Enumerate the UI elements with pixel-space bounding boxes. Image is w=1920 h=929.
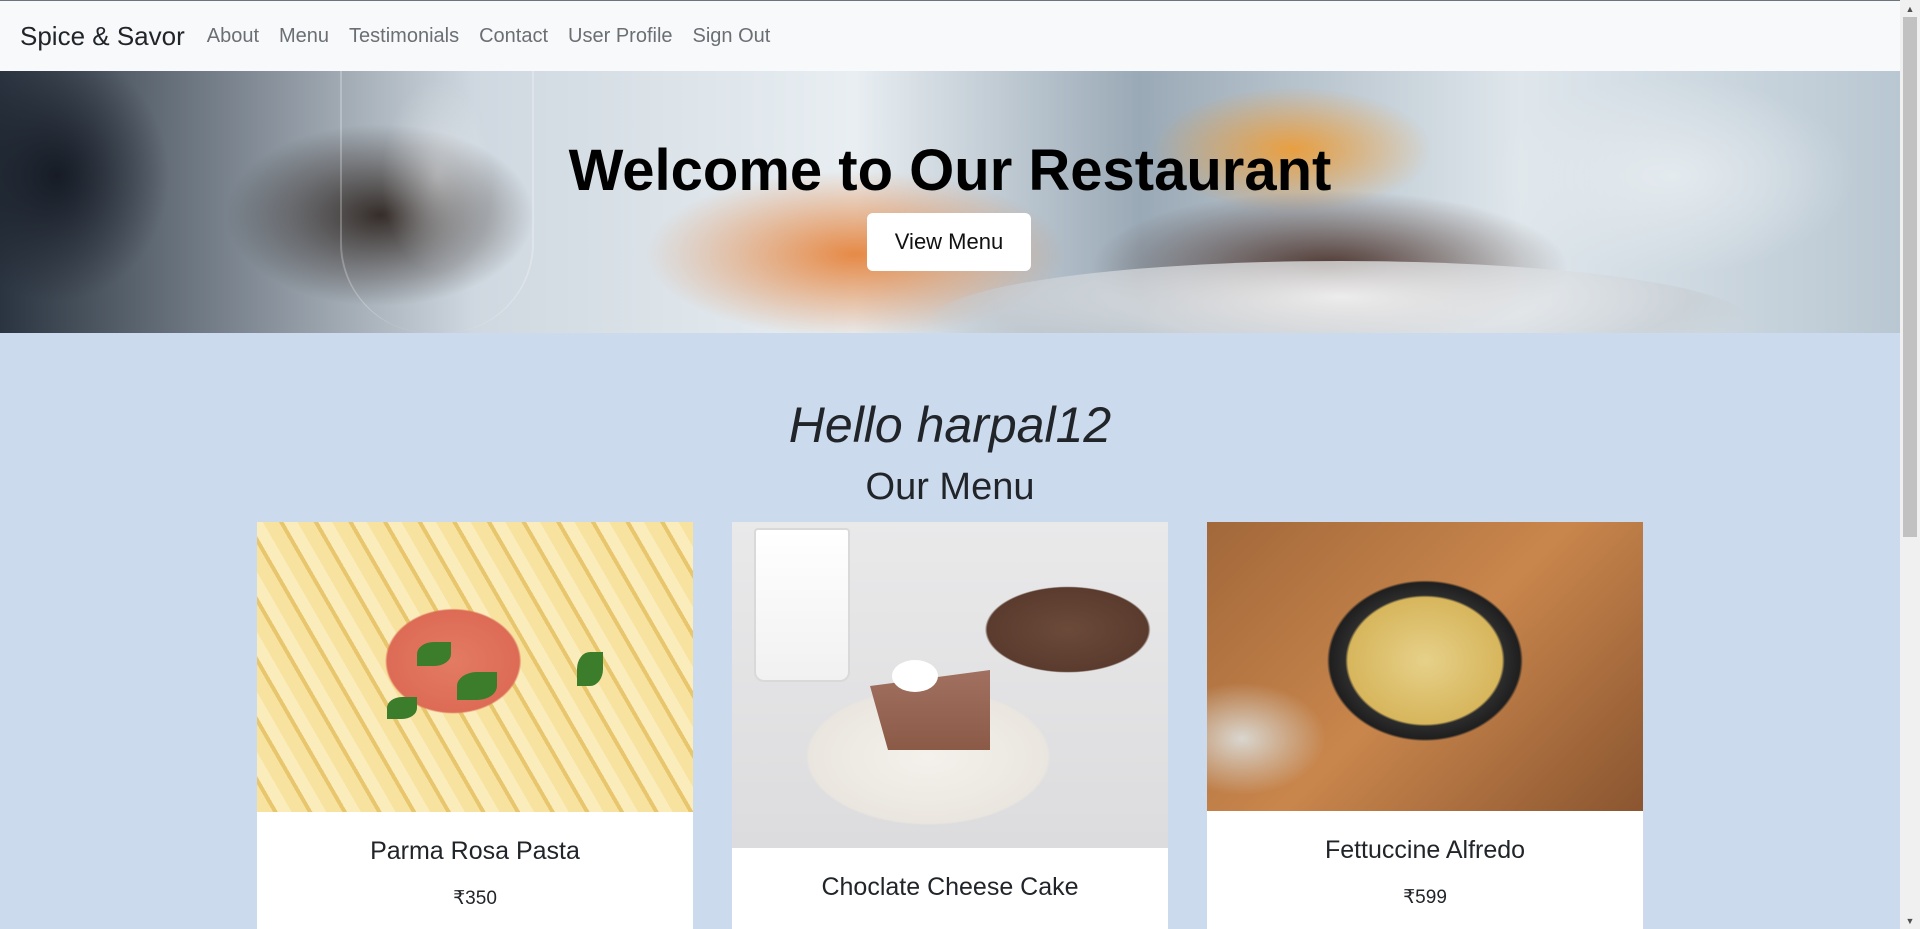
milk-glass-image	[754, 528, 850, 682]
basil-leaf-icon	[387, 697, 417, 719]
menu-item-name: Choclate Cheese Cake	[821, 873, 1079, 901]
nav-link-testimonials[interactable]: Testimonials	[349, 25, 459, 48]
hero-title: Welcome to Our Restaurant	[568, 138, 1332, 203]
brand-logo[interactable]: Spice & Savor	[20, 21, 185, 52]
page: Spice & Savor About Menu Testimonials Co…	[0, 0, 1900, 929]
nav-link-user-profile[interactable]: User Profile	[568, 25, 672, 48]
view-menu-button[interactable]: View Menu	[867, 213, 1031, 271]
basil-leaf-icon	[577, 652, 603, 686]
hero-banner: Welcome to Our Restaurant View Menu	[0, 71, 1900, 333]
plate-image	[930, 261, 1750, 333]
fettuccine-alfredo-image	[1207, 522, 1643, 811]
menu-item-name: Fettuccine Alfredo	[1324, 836, 1526, 864]
nav-link-menu[interactable]: Menu	[279, 25, 329, 48]
menu-card-choclate-cheese-cake[interactable]: Choclate Cheese Cake	[732, 522, 1168, 929]
scrollbar-thumb[interactable]	[1903, 17, 1917, 537]
choclate-cheese-cake-image	[732, 522, 1168, 848]
whipped-cream-image	[892, 660, 938, 692]
nav-link-sign-out[interactable]: Sign Out	[693, 25, 771, 48]
menu-item-price: ₹599	[1403, 887, 1447, 908]
menu-card-parma-rosa-pasta[interactable]: Parma Rosa Pasta ₹350	[257, 522, 693, 929]
menu-card-fettuccine-alfredo[interactable]: Fettuccine Alfredo ₹599	[1207, 522, 1643, 929]
menu-section-title: Our Menu	[865, 466, 1035, 508]
user-greeting: Hello harpal12	[788, 397, 1112, 453]
vertical-scrollbar[interactable]: ▲ ▼	[1900, 0, 1920, 929]
menu-item-name: Parma Rosa Pasta	[370, 837, 580, 865]
scroll-up-arrow-icon[interactable]: ▲	[1900, 0, 1920, 17]
basil-leaf-icon	[417, 642, 451, 666]
navbar: Spice & Savor About Menu Testimonials Co…	[0, 0, 1900, 71]
nav-link-contact[interactable]: Contact	[479, 25, 548, 48]
scroll-down-arrow-icon[interactable]: ▼	[1900, 912, 1920, 929]
basil-leaf-icon	[457, 672, 497, 700]
menu-item-price: ₹350	[453, 888, 497, 909]
parma-rosa-pasta-image	[257, 522, 693, 812]
nav-link-about[interactable]: About	[207, 25, 259, 48]
